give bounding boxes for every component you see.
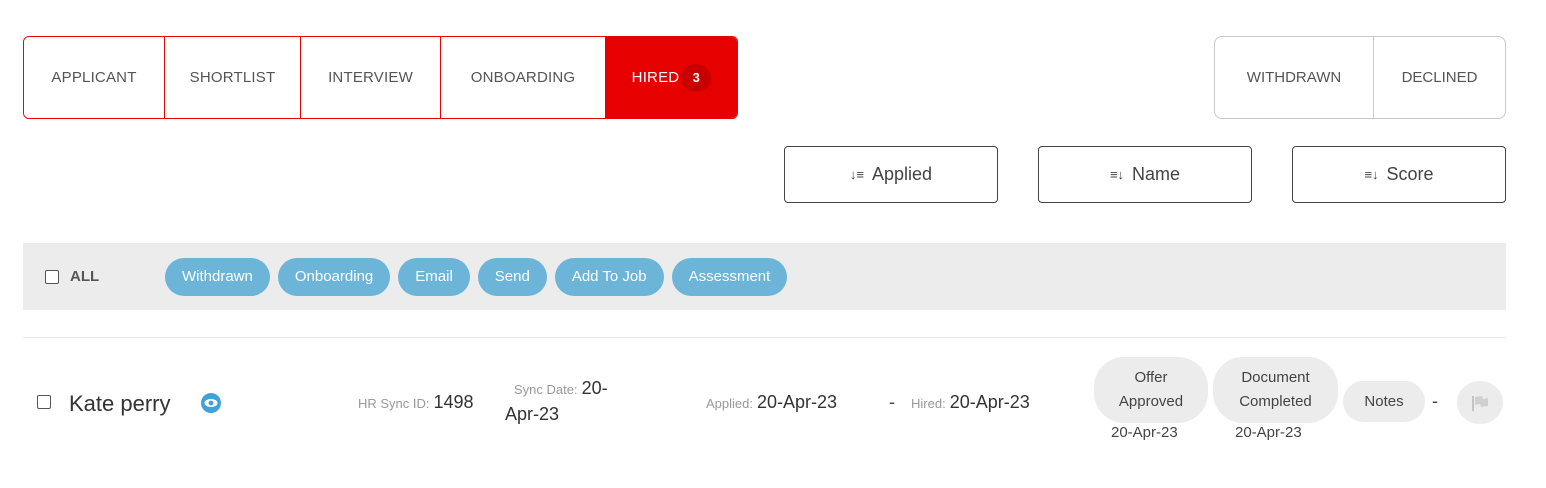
flag-icon (1472, 395, 1488, 411)
tab-label: WITHDRAWN (1246, 69, 1342, 86)
sort-applied-button[interactable]: ↓≡ Applied (784, 146, 998, 203)
bulk-add-to-job-button[interactable]: Add To Job (554, 257, 664, 296)
candidate-name[interactable]: Kate perry (69, 391, 171, 417)
tab-label: ONBOARDING (470, 69, 576, 86)
sync-date-value-1: 20- (581, 378, 608, 398)
tab-applicant[interactable]: APPLICANT (24, 37, 165, 118)
divider (23, 337, 1506, 338)
select-all-checkbox[interactable] (45, 269, 59, 284)
side-status-tabs: WITHDRAWN DECLINED (1214, 36, 1506, 119)
bulk-onboarding-button[interactable]: Onboarding (277, 257, 391, 296)
applied-value: 20-Apr-23 (756, 392, 838, 412)
hired-date: Hired: 20-Apr-23 (911, 392, 1030, 413)
sort-score-button[interactable]: ≡↓ Score (1292, 146, 1506, 203)
bulk-assessment-button[interactable]: Assessment (671, 257, 788, 296)
tab-label: HIRED (631, 69, 680, 86)
document-completed-date: 20-Apr-23 (1235, 424, 1302, 441)
status-line: Completed (1239, 393, 1312, 410)
sync-date: Sync Date: 20- (514, 378, 608, 399)
hired-value: 20-Apr-23 (949, 392, 1030, 412)
bulk-send-button[interactable]: Send (477, 257, 547, 296)
sort-label: Score (1386, 164, 1434, 184)
tab-label: APPLICANT (51, 69, 137, 86)
hired-count-badge: 3 (681, 63, 712, 92)
hr-sync-label: HR Sync ID: (358, 396, 430, 411)
tab-shortlist[interactable]: SHORTLIST (165, 37, 301, 118)
stage-tabs: APPLICANT SHORTLIST INTERVIEW ONBOARDING… (23, 36, 738, 119)
tab-onboarding[interactable]: ONBOARDING (441, 37, 606, 118)
eye-icon[interactable] (200, 392, 222, 414)
sort-name-button[interactable]: ≡↓ Name (1038, 146, 1252, 203)
tab-hired[interactable]: HIRED 3 (606, 37, 737, 118)
sync-date-continued: Apr-23 (505, 404, 559, 425)
notes-button[interactable]: Notes (1343, 381, 1425, 422)
offer-approved-status[interactable]: Offer Approved (1094, 357, 1208, 423)
sort-desc-icon: ↓≡ (849, 167, 865, 182)
tab-declined[interactable]: DECLINED (1374, 37, 1505, 118)
select-all-label: ALL (70, 268, 100, 285)
flag-button[interactable] (1457, 381, 1503, 424)
applied-date: Applied: 20-Apr-23 (706, 392, 837, 413)
sort-asc-icon: ≡↓ (1109, 167, 1125, 182)
status-line: Approved (1118, 393, 1184, 410)
bulk-action-bar: ALL Withdrawn Onboarding Email Send Add … (23, 243, 1506, 310)
tab-label: DECLINED (1401, 69, 1478, 86)
tab-label: INTERVIEW (328, 69, 413, 86)
document-completed-status[interactable]: Document Completed (1213, 357, 1338, 423)
bulk-withdrawn-button[interactable]: Withdrawn (165, 257, 270, 296)
applied-label: Applied: (706, 396, 753, 411)
date-separator: - (889, 392, 895, 412)
hired-label: Hired: (911, 396, 946, 411)
select-all: ALL (45, 268, 165, 285)
offer-approved-date: 20-Apr-23 (1111, 424, 1178, 441)
sort-label: Name (1132, 164, 1181, 184)
sync-date-value-2: Apr-23 (505, 404, 560, 424)
tab-withdrawn[interactable]: WITHDRAWN (1215, 37, 1374, 118)
sort-asc-icon: ≡↓ (1364, 167, 1379, 182)
tab-label: SHORTLIST (189, 69, 276, 86)
candidate-checkbox[interactable] (37, 395, 51, 409)
hr-sync-id: HR Sync ID: 1498 (358, 392, 474, 413)
hr-sync-value: 1498 (433, 392, 474, 412)
bulk-email-button[interactable]: Email (398, 257, 470, 296)
status-line: Document (1241, 369, 1310, 386)
sort-label: Applied (872, 164, 933, 184)
sync-date-label: Sync Date: (514, 382, 578, 397)
tab-interview[interactable]: INTERVIEW (301, 37, 441, 118)
candidate-row: Kate perry HR Sync ID: 1498 Sync Date: 20-… (0, 340, 1546, 470)
notes-dash: - (1432, 391, 1438, 411)
status-line: Offer (1134, 369, 1168, 386)
